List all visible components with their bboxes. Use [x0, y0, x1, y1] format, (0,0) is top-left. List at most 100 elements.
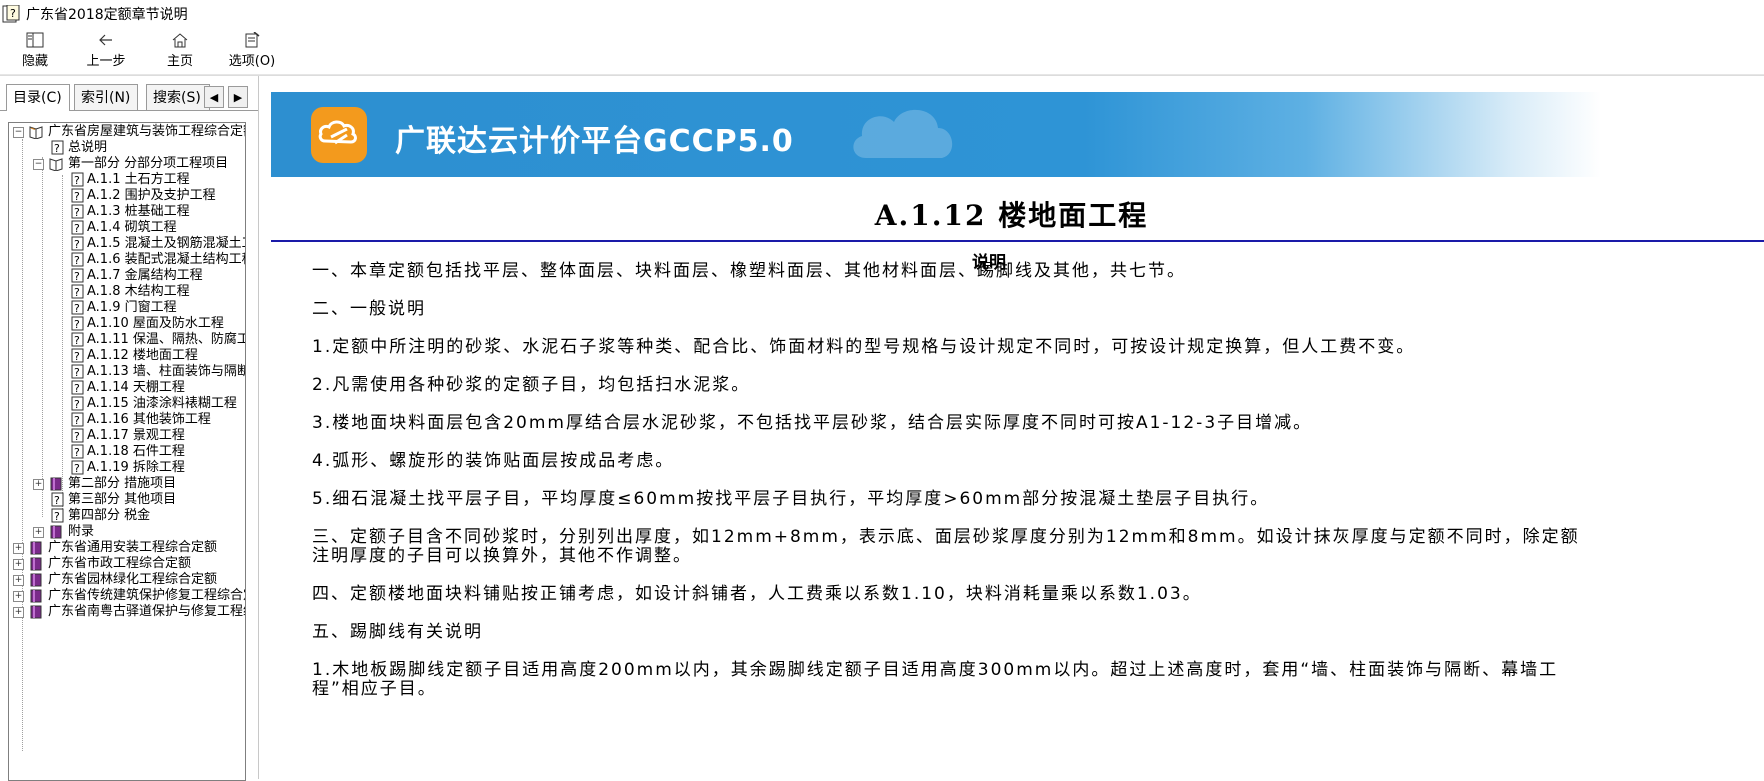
heading-rule — [271, 240, 1764, 242]
tree-connector — [22, 139, 23, 751]
hide-label: 隐藏 — [21, 54, 48, 69]
tab-search[interactable]: 搜索(S) — [146, 84, 210, 110]
paragraph: 5.细石混凝土找平层子目，平均厚度≤60mm按找平层子目执行，平均厚度>60mm… — [312, 489, 1270, 509]
svg-text:?: ? — [74, 334, 80, 347]
collapse-icon[interactable]: − — [13, 127, 24, 138]
expand-icon[interactable]: + — [13, 575, 24, 586]
svg-text:?: ? — [10, 7, 16, 20]
closed-book-icon — [30, 605, 42, 619]
help-page-icon: ? — [71, 172, 84, 187]
svg-text:?: ? — [74, 382, 80, 395]
tree-connector — [62, 175, 63, 517]
options-button[interactable]: 选项(O) — [224, 30, 280, 72]
help-page-icon: ? — [71, 300, 84, 315]
paragraph: 1.木地板踢脚线定额子目适用高度200mm以内，其余踢脚线定额子目适用高度300… — [312, 660, 1559, 680]
expand-icon[interactable]: + — [33, 527, 44, 538]
help-page-icon: ? — [71, 252, 84, 267]
help-page-icon: ? — [71, 428, 84, 443]
options-icon — [245, 32, 260, 48]
cloud-watermark-icon — [853, 109, 953, 158]
collapse-icon[interactable]: − — [33, 159, 44, 170]
paragraph: 一、本章定额包括找平层、整体面层、块料面层、橡塑料面层、其他材料面层、踢脚线及其… — [312, 261, 1186, 281]
paragraph: 3.楼地面块料面层包含20mm厚结合层水泥砂浆，不包括找平层砂浆，结合层实际厚度… — [312, 413, 1313, 433]
help-page-icon: ? — [71, 396, 84, 411]
closed-book-icon — [30, 541, 42, 555]
tree-connector — [42, 157, 43, 517]
help-page-icon: ? — [71, 364, 84, 379]
banner-title: 广联达云计价平台GCCP5.0 — [395, 124, 794, 159]
home-icon — [172, 33, 188, 48]
expand-icon[interactable]: + — [13, 591, 24, 602]
content-pane: 广联达云计价平台GCCP5.0 A.1.12 楼地面工程 说明 一、本章定额包括… — [259, 76, 1764, 779]
svg-text:?: ? — [54, 142, 60, 155]
closed-book-icon — [50, 477, 62, 491]
hide-button[interactable]: 隐藏 — [18, 30, 52, 72]
svg-text:?: ? — [54, 494, 60, 507]
svg-text:?: ? — [74, 462, 80, 475]
open-book-icon — [29, 126, 43, 139]
paragraph: 程”相应子目。 — [312, 679, 437, 699]
home-label: 主页 — [166, 54, 193, 69]
nav-tabs: 目录(C) 索引(N) 搜索(S) ◀ ▶ — [0, 84, 258, 111]
paragraph: 五、踢脚线有关说明 — [312, 622, 483, 642]
svg-text:?: ? — [74, 446, 80, 459]
back-button[interactable]: 上一步 — [80, 30, 132, 72]
closed-book-icon — [30, 557, 42, 571]
help-page-icon: ? — [71, 460, 84, 475]
help-page-icon: ? — [51, 492, 64, 507]
expand-icon[interactable]: + — [13, 607, 24, 618]
paragraph: 1.定额中所注明的砂浆、水泥石子浆等种类、配合比、饰面材料的型号规格与设计规定不… — [312, 337, 1416, 357]
svg-text:?: ? — [74, 366, 80, 379]
help-page-icon: ? — [71, 444, 84, 459]
svg-text:?: ? — [74, 430, 80, 443]
home-button[interactable]: 主页 — [162, 30, 198, 72]
expand-icon[interactable]: + — [13, 543, 24, 554]
help-page-icon: ? — [71, 284, 84, 299]
svg-text:?: ? — [74, 350, 80, 363]
contents-tree[interactable]: − 广东省房屋建筑与装饰工程综合定额 ? 总说明 − 第一部分 分部分项工程项目 — [8, 122, 246, 781]
paragraph: 2.凡需使用各种砂浆的定额子目，均包括扫水泥浆。 — [312, 375, 751, 395]
svg-text:?: ? — [74, 398, 80, 411]
chapter-heading: A.1.12 楼地面工程 — [874, 199, 1149, 232]
gclouds-logo-icon — [311, 107, 367, 163]
svg-text:?: ? — [74, 254, 80, 267]
tab-scroll-left-icon[interactable]: ◀ — [204, 86, 224, 108]
help-page-icon: ? — [51, 508, 64, 523]
help-page-icon: ? — [71, 316, 84, 331]
closed-book-icon — [30, 589, 42, 603]
help-page-icon: ? — [71, 188, 84, 203]
help-page-icon: ? — [71, 332, 84, 347]
svg-text:?: ? — [54, 510, 60, 523]
help-page-icon: ? — [71, 348, 84, 363]
tab-index[interactable]: 索引(N) — [74, 84, 138, 110]
tab-scroll-right-icon[interactable]: ▶ — [228, 86, 248, 108]
svg-text:?: ? — [74, 302, 80, 315]
help-page-icon: ? — [51, 140, 64, 155]
help-page-icon: ? — [71, 220, 84, 235]
help-page-icon: ? — [71, 268, 84, 283]
help-file-icon: ? — [2, 5, 20, 23]
svg-text:?: ? — [74, 414, 80, 427]
help-page-icon: ? — [71, 236, 84, 251]
expand-icon[interactable]: + — [33, 479, 44, 490]
expand-icon[interactable]: + — [13, 559, 24, 570]
product-banner: 广联达云计价平台GCCP5.0 — [271, 92, 1749, 177]
paragraph: 注明厚度的子目可以换算外，其他不作调整。 — [312, 546, 692, 566]
closed-book-icon — [30, 573, 42, 587]
closed-book-icon — [50, 525, 62, 539]
tree-label: 广东省南粤古驿道保护与修复工程综合定额 — [48, 604, 245, 619]
svg-text:?: ? — [74, 270, 80, 283]
paragraph: 三、定额子目含不同砂浆时，分别列出厚度，如12mm+8mm，表示底、面层砂浆厚度… — [312, 527, 1580, 547]
svg-text:?: ? — [74, 190, 80, 203]
paragraph: 四、定额楼地面块料铺贴按正铺考虑，如设计斜铺者，人工费乘以系数1.10，块料消耗… — [312, 584, 1202, 604]
help-page-icon: ? — [71, 380, 84, 395]
svg-text:?: ? — [74, 206, 80, 219]
title-bar: ? 广东省2018定额章节说明 — [0, 0, 1764, 28]
back-arrow-icon — [99, 34, 112, 46]
paragraph: 4.弧形、螺旋形的装饰贴面层按成品考虑。 — [312, 451, 675, 471]
svg-text:?: ? — [74, 318, 80, 331]
window-title: 广东省2018定额章节说明 — [26, 7, 188, 23]
tab-contents[interactable]: 目录(C) — [6, 84, 70, 111]
svg-text:?: ? — [74, 238, 80, 251]
svg-text:?: ? — [74, 286, 80, 299]
